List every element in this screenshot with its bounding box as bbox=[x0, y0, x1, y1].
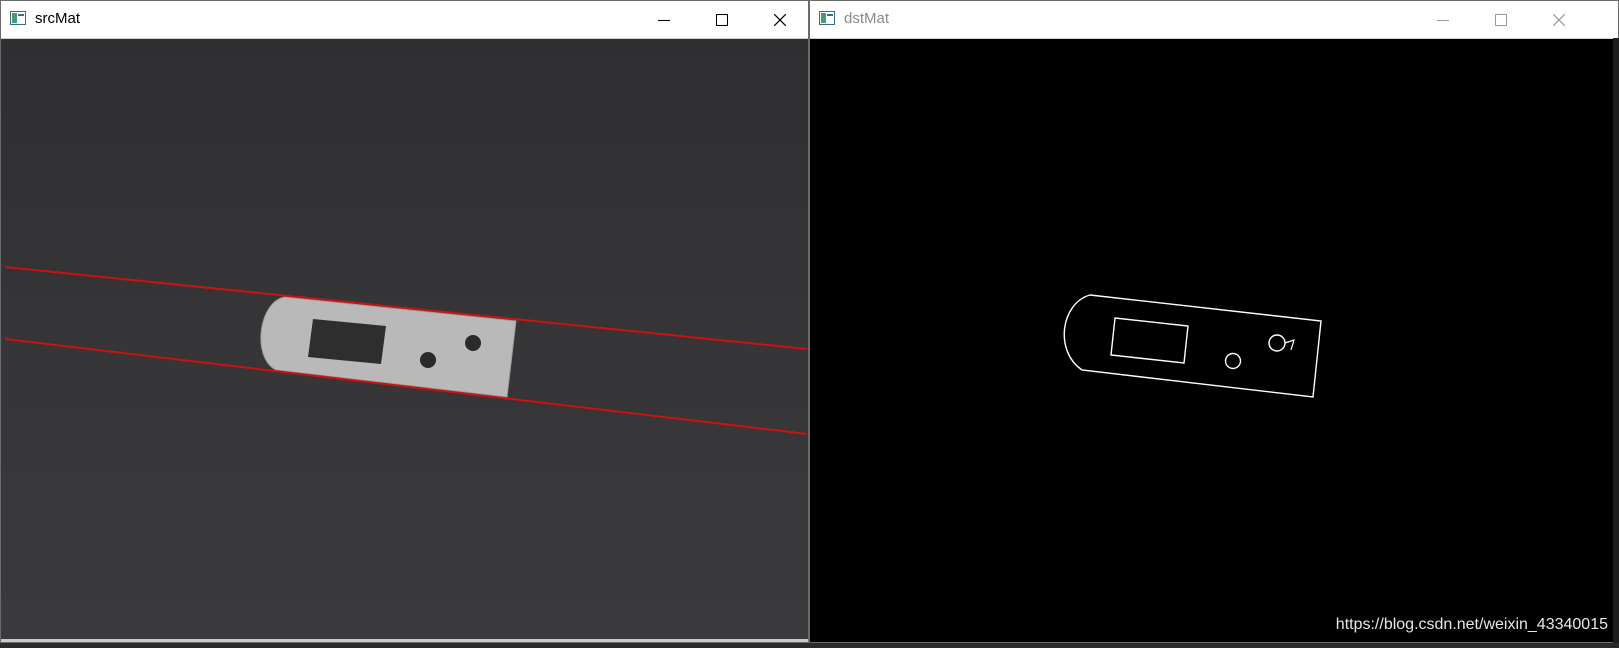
minimize-button[interactable] bbox=[1414, 1, 1472, 38]
minimize-icon bbox=[1437, 19, 1449, 21]
part-contour bbox=[1063, 294, 1322, 398]
close-button[interactable] bbox=[1530, 1, 1588, 38]
maximize-button[interactable] bbox=[693, 1, 751, 38]
watermark: https://blog.csdn.net/weixin_43340015 bbox=[1335, 616, 1608, 633]
rect-hole bbox=[308, 319, 386, 364]
right-edge-strip bbox=[1613, 38, 1619, 643]
round-hole-right bbox=[465, 335, 481, 351]
dst-titlebar[interactable]: dstMat bbox=[810, 1, 1618, 39]
close-icon bbox=[1553, 13, 1565, 26]
app-icon bbox=[10, 11, 26, 25]
minimize-icon bbox=[658, 19, 670, 21]
src-bottom-edge bbox=[1, 639, 808, 642]
minimize-button[interactable] bbox=[635, 1, 693, 38]
src-titlebar[interactable]: srcMat bbox=[1, 1, 808, 39]
src-image-canvas bbox=[1, 39, 808, 642]
dst-image bbox=[1063, 294, 1322, 398]
maximize-button[interactable] bbox=[1472, 1, 1530, 38]
hole-contour-artifact bbox=[1284, 339, 1295, 351]
window-title: dstMat bbox=[844, 10, 890, 27]
src-image bbox=[4, 266, 808, 435]
dst-image-canvas: https://blog.csdn.net/weixin_43340015 bbox=[810, 39, 1618, 642]
round-hole-left bbox=[420, 352, 436, 368]
window-title: srcMat bbox=[35, 10, 80, 27]
app-icon bbox=[819, 11, 835, 25]
hole-contour-left bbox=[1224, 352, 1242, 370]
rect-hole-contour bbox=[1110, 317, 1189, 364]
dst-window: dstMat https://blog.csdn.net/weixin_4334… bbox=[809, 0, 1619, 643]
maximize-icon bbox=[1495, 13, 1507, 26]
src-window: srcMat bbox=[0, 0, 809, 643]
close-button[interactable] bbox=[751, 1, 809, 38]
maximize-icon bbox=[716, 13, 728, 26]
hole-contour-right bbox=[1268, 334, 1286, 352]
close-icon bbox=[774, 13, 786, 26]
